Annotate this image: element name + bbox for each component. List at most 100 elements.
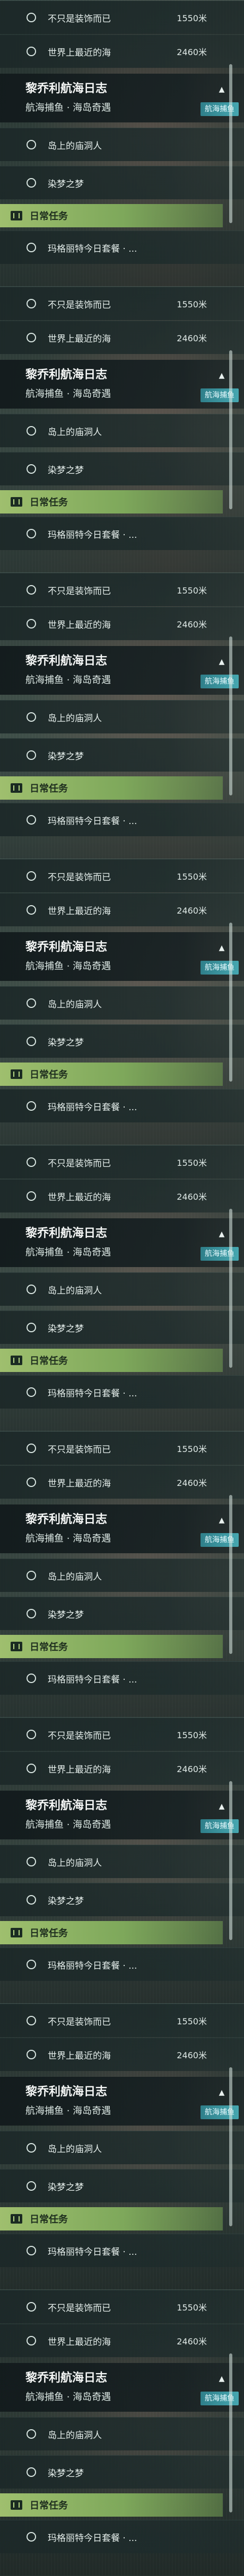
daily-task-header[interactable]: 日常任务 <box>0 1349 223 1372</box>
chevron-up-icon[interactable]: ▲ <box>216 2087 227 2098</box>
quest-row[interactable]: 岛上的庙洞人 <box>0 2417 244 2450</box>
quest-name: 岛上的庙洞人 <box>48 140 102 152</box>
quest-row[interactable]: 染梦之梦 <box>0 1024 244 1058</box>
quest-row[interactable]: 不只是装饰而已 1550米 <box>0 573 244 606</box>
quest-category-header[interactable]: 黎乔利航海日志 航海捕鱼 · 海岛奇遇 ▲ 航海捕鱼 <box>0 1791 244 1839</box>
quest-name: 不只是装饰而已 <box>48 1730 111 1741</box>
quest-circle-icon <box>27 140 36 149</box>
quest-row[interactable]: 玛格丽特今日套餐 · ... <box>0 2234 244 2267</box>
quest-row[interactable]: 不只是装饰而已 1550米 <box>0 1 244 34</box>
quest-row[interactable]: 玛格丽特今日套餐 · ... <box>0 1375 244 1409</box>
quest-row[interactable]: 玛格丽特今日套餐 · ... <box>0 1089 244 1122</box>
quest-row[interactable]: 玛格丽特今日套餐 · ... <box>0 231 244 264</box>
quest-row[interactable]: 岛上的庙洞人 <box>0 700 244 733</box>
quest-row[interactable]: 岛上的庙洞人 <box>0 2131 244 2164</box>
quest-row[interactable]: 世界上最近的海 2460米 <box>0 1751 244 1785</box>
quest-row[interactable]: 染梦之梦 <box>0 1597 244 1630</box>
quest-category-header[interactable]: 黎乔利航海日志 航海捕鱼 · 海岛奇遇 ▲ 航海捕鱼 <box>0 2363 244 2412</box>
quest-category-header[interactable]: 黎乔利航海日志 航海捕鱼 · 海岛奇遇 ▲ 航海捕鱼 <box>0 74 244 122</box>
quest-row[interactable]: 世界上最近的海 2460米 <box>0 2038 244 2071</box>
quest-circle-icon <box>27 1730 36 1739</box>
chevron-up-icon[interactable]: ▲ <box>216 84 227 95</box>
quest-row[interactable]: 岛上的庙洞人 <box>0 1559 244 1592</box>
quest-name: 不只是装饰而已 <box>48 13 111 24</box>
quest-category-header[interactable]: 黎乔利航海日志 航海捕鱼 · 海岛奇遇 ▲ 航海捕鱼 <box>0 2077 244 2126</box>
scroll-track[interactable] <box>229 1209 232 1368</box>
quest-row[interactable]: 不只是装饰而已 1550米 <box>0 1145 244 1179</box>
quest-row[interactable]: 世界上最近的海 2460米 <box>0 1465 244 1499</box>
daily-task-header[interactable]: 日常任务 <box>0 2207 223 2230</box>
quest-row[interactable]: 染梦之梦 <box>0 2455 244 2489</box>
quest-row[interactable]: 不只是装饰而已 1550米 <box>0 859 244 892</box>
quest-row[interactable]: 不只是装饰而已 1550米 <box>0 1718 244 1751</box>
quest-row[interactable]: 染梦之梦 <box>0 1311 244 1344</box>
quest-circle-icon <box>27 2467 36 2477</box>
scroll-track[interactable] <box>229 1781 232 1940</box>
daily-task-header[interactable]: 日常任务 <box>0 2493 223 2517</box>
chevron-up-icon[interactable]: ▲ <box>216 943 227 953</box>
daily-task-header[interactable]: 日常任务 <box>0 1635 223 1658</box>
chevron-up-icon[interactable]: ▲ <box>216 370 227 381</box>
daily-task-header[interactable]: 日常任务 <box>0 490 223 514</box>
quest-row[interactable]: 玛格丽特今日套餐 · ... <box>0 1661 244 1695</box>
daily-task-label: 日常任务 <box>30 783 68 794</box>
quest-row[interactable]: 岛上的庙洞人 <box>0 128 244 161</box>
quest-name: 世界上最近的海 <box>48 619 111 631</box>
chevron-up-icon[interactable]: ▲ <box>216 1229 227 1240</box>
chevron-up-icon[interactable]: ▲ <box>216 2374 227 2384</box>
quest-row[interactable]: 岛上的庙洞人 <box>0 986 244 1020</box>
daily-task-header[interactable]: 日常任务 <box>0 1921 223 1944</box>
chevron-up-icon[interactable]: ▲ <box>216 1515 227 1526</box>
quest-name: 岛上的庙洞人 <box>48 2430 102 2441</box>
quest-circle-icon <box>27 750 36 760</box>
quest-name: 世界上最近的海 <box>48 1478 111 1489</box>
daily-task-header[interactable]: 日常任务 <box>0 1063 223 1086</box>
quest-category-header[interactable]: 黎乔利航海日志 航海捕鱼 · 海岛奇遇 ▲ 航海捕鱼 <box>0 360 244 409</box>
scroll-track[interactable] <box>229 350 232 509</box>
chevron-up-icon[interactable]: ▲ <box>216 1801 227 1812</box>
quest-row[interactable]: 染梦之梦 <box>0 738 244 772</box>
quest-row[interactable]: 世界上最近的海 2460米 <box>0 34 244 68</box>
quest-row[interactable]: 不只是装饰而已 1550米 <box>0 2004 244 2037</box>
quest-circle-icon <box>27 1764 36 1773</box>
quest-row[interactable]: 岛上的庙洞人 <box>0 414 244 447</box>
quest-category-header[interactable]: 黎乔利航海日志 航海捕鱼 · 海岛奇遇 ▲ 航海捕鱼 <box>0 932 244 981</box>
quest-row[interactable]: 不只是装饰而已 1550米 <box>0 2290 244 2323</box>
scroll-track[interactable] <box>229 64 232 223</box>
quest-row[interactable]: 不只是装饰而已 1550米 <box>0 287 244 320</box>
quest-row[interactable]: 玛格丽特今日套餐 · ... <box>0 517 244 550</box>
quest-category-header[interactable]: 黎乔利航海日志 航海捕鱼 · 海岛奇遇 ▲ 航海捕鱼 <box>0 646 244 695</box>
quest-row[interactable]: 岛上的庙洞人 <box>0 1272 244 1306</box>
quest-row[interactable]: 染梦之梦 <box>0 452 244 485</box>
quest-row[interactable]: 染梦之梦 <box>0 1883 244 1916</box>
scroll-track[interactable] <box>229 923 232 1082</box>
scroll-track[interactable] <box>229 636 232 795</box>
quest-category-header[interactable]: 黎乔利航海日志 航海捕鱼 · 海岛奇遇 ▲ 航海捕鱼 <box>0 1218 244 1267</box>
quest-row[interactable]: 岛上的庙洞人 <box>0 1845 244 1878</box>
quest-row[interactable]: 染梦之梦 <box>0 2169 244 2202</box>
quest-row[interactable]: 玛格丽特今日套餐 · ... <box>0 1948 244 1981</box>
quest-name: 染梦之梦 <box>48 1323 84 1334</box>
category-subtitle: 航海捕鱼 · 海岛奇遇 <box>25 1533 111 1544</box>
quest-row[interactable]: 玛格丽特今日套餐 · ... <box>0 803 244 836</box>
quest-circle-icon <box>27 2302 36 2312</box>
quest-name: 玛格丽特今日套餐 · ... <box>48 2533 137 2544</box>
quest-row[interactable]: 世界上最近的海 2460米 <box>0 607 244 640</box>
scroll-track[interactable] <box>229 2067 232 2226</box>
scroll-track[interactable] <box>229 2353 232 2512</box>
daily-task-header[interactable]: 日常任务 <box>0 204 223 227</box>
daily-task-header[interactable]: 日常任务 <box>0 776 223 800</box>
quest-row[interactable]: 世界上最近的海 2460米 <box>0 1179 244 1212</box>
quest-row[interactable]: 染梦之梦 <box>0 166 244 199</box>
quest-name: 岛上的庙洞人 <box>48 1857 102 1869</box>
quest-panel: 不只是装饰而已 1550米 世界上最近的海 2460米 黎乔利航海日志 航海捕鱼… <box>0 286 244 573</box>
quest-name: 不只是装饰而已 <box>48 1158 111 1169</box>
quest-category-header[interactable]: 黎乔利航海日志 航海捕鱼 · 海岛奇遇 ▲ 航海捕鱼 <box>0 1504 244 1553</box>
quest-row[interactable]: 世界上最近的海 2460米 <box>0 321 244 354</box>
quest-row[interactable]: 世界上最近的海 2460米 <box>0 2324 244 2357</box>
scroll-track[interactable] <box>229 1495 232 1654</box>
chevron-up-icon[interactable]: ▲ <box>216 657 227 667</box>
quest-row[interactable]: 不只是装饰而已 1550米 <box>0 1431 244 1465</box>
quest-row[interactable]: 世界上最近的海 2460米 <box>0 893 244 926</box>
quest-row[interactable]: 玛格丽特今日套餐 · ... <box>0 2520 244 2553</box>
